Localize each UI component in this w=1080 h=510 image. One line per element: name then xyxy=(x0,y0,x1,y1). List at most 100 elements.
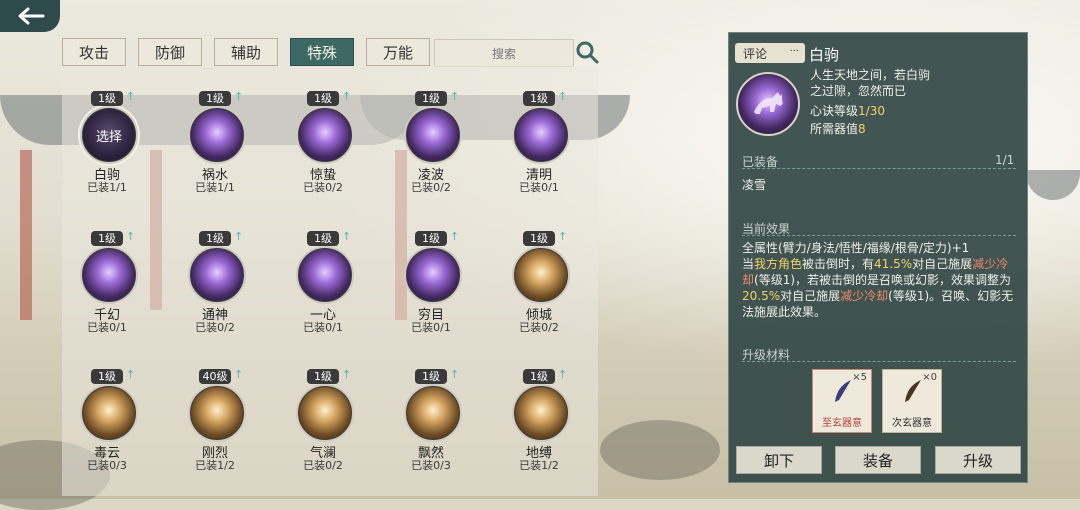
divider xyxy=(742,235,1016,236)
tab-0[interactable]: 攻击 xyxy=(62,38,126,66)
skill-level: 心诀等级1/30 xyxy=(810,102,885,119)
search-icon[interactable] xyxy=(574,38,600,66)
skill-item[interactable]: 40级 ↑ 刚烈 已装1/2 xyxy=(170,366,260,472)
skill-installed: 已装0/1 xyxy=(519,181,559,194)
cost-value: 8 xyxy=(858,122,866,136)
skill-icon xyxy=(188,106,246,164)
effect-line: 全属性(臂力/身法/悟性/福缘/根骨/定力)+1 xyxy=(742,241,970,255)
skill-item[interactable]: 1级 ↑ 惊蛰 已装0/2 xyxy=(278,88,368,194)
skill-item[interactable]: 1级 ↑ 穷目 已装0/1 xyxy=(386,228,476,334)
level-value: 1/30 xyxy=(858,104,885,118)
equipped-name: 凌雪 xyxy=(742,178,767,192)
material-item[interactable]: ×5 至玄器意 xyxy=(812,369,872,433)
skill-icon xyxy=(404,106,462,164)
skill-installed: 已装0/2 xyxy=(519,321,559,334)
skill-item[interactable]: 1级 ↑ 毒云 已装0/3 xyxy=(62,366,152,472)
skill-level-badge: 1级 xyxy=(199,231,231,246)
upgrade-arrow-icon: ↑ xyxy=(342,90,352,103)
skill-installed: 已装0/3 xyxy=(87,459,127,472)
unequip-button[interactable]: 卸下 xyxy=(736,446,822,474)
upgrade-arrow-icon: ↑ xyxy=(450,90,460,103)
comment-button[interactable]: 评论 ··· xyxy=(735,43,805,63)
skill-item[interactable]: 1级 ↑ 千幻 已装0/1 xyxy=(62,228,152,334)
skill-item[interactable]: 1级 ↑ 飘然 已装0/3 xyxy=(386,366,476,472)
search-input[interactable]: 搜索 xyxy=(434,39,574,67)
upgrade-arrow-icon: ↑ xyxy=(450,230,460,243)
tab-1[interactable]: 防御 xyxy=(138,38,202,66)
skill-installed: 已装0/1 xyxy=(303,321,343,334)
back-button[interactable] xyxy=(0,0,60,32)
skill-icon xyxy=(296,106,354,164)
skill-icon xyxy=(404,246,462,304)
upgrade-arrow-icon: ↑ xyxy=(558,368,568,381)
effect-line: 当我方角色被击倒时，有41.5%对自己施展减少冷却(等级1)，若被击倒的是召唤或… xyxy=(742,257,1014,319)
effect-text: 全属性(臂力/身法/悟性/福缘/根骨/定力)+1 当我方角色被击倒时，有41.5… xyxy=(742,240,1020,320)
skill-item[interactable]: 1级 ↑ 倾城 已装0/2 xyxy=(494,228,584,334)
skill-level-badge: 1级 xyxy=(415,231,447,246)
skill-installed: 已装0/1 xyxy=(87,321,127,334)
skill-level-badge: 1级 xyxy=(307,369,339,384)
equipped-count: 1/1 xyxy=(995,153,1015,167)
skill-level-badge: 1级 xyxy=(415,369,447,384)
cost-label: 所需器值 xyxy=(810,122,859,136)
upgrade-arrow-icon: ↑ xyxy=(450,368,460,381)
skill-title: 白驹 xyxy=(809,46,840,64)
back-arrow-icon xyxy=(18,7,45,25)
skill-icon xyxy=(512,106,570,164)
upgrade-arrow-icon: ↑ xyxy=(558,90,568,103)
skill-installed: 已装0/2 xyxy=(411,181,451,194)
skill-item[interactable]: 1级 ↑ 地缚 已装1/2 xyxy=(494,366,584,472)
upgrade-arrow-icon: ↑ xyxy=(234,368,244,381)
skill-item[interactable]: 1级 ↑ 一心 已装0/1 xyxy=(278,228,368,334)
skill-installed: 已装0/1 xyxy=(411,321,451,334)
equip-button[interactable]: 装备 xyxy=(835,446,921,474)
skill-installed: 已装0/2 xyxy=(303,181,343,194)
material-name: 次玄器意 xyxy=(892,418,932,429)
material-name: 至玄器意 xyxy=(822,418,862,429)
tab-3[interactable]: 特殊 xyxy=(290,38,354,66)
skill-icon xyxy=(512,384,570,442)
selection-ring xyxy=(78,104,140,166)
skill-item[interactable]: 1级 ↑ 祸水 已装1/1 xyxy=(170,88,260,194)
skill-level-badge: 1级 xyxy=(199,91,231,106)
divider xyxy=(742,361,1016,362)
skill-level-badge: 1级 xyxy=(523,91,555,106)
upgrade-button[interactable]: 升级 xyxy=(935,446,1021,474)
skill-installed: 已装0/2 xyxy=(195,321,235,334)
skill-icon xyxy=(80,246,138,304)
skill-level-badge: 1级 xyxy=(307,91,339,106)
skill-item[interactable]: 1级 ↑ 清明 已装0/1 xyxy=(494,88,584,194)
upgrade-arrow-icon: ↑ xyxy=(342,230,352,243)
skill-installed: 已装1/1 xyxy=(195,181,235,194)
skill-item[interactable]: 1级 ↑ 选择 白驹 已装1/1 xyxy=(62,88,152,194)
skill-level-badge: 1级 xyxy=(91,231,123,246)
skill-description: 人生天地之间，若白驹之过隙，忽然而已 xyxy=(810,68,931,98)
upgrade-arrow-icon: ↑ xyxy=(558,230,568,243)
material-count: ×0 xyxy=(922,372,937,383)
skill-item[interactable]: 1级 ↑ 通神 已装0/2 xyxy=(170,228,260,334)
tab-2[interactable]: 辅助 xyxy=(214,38,278,66)
material-item[interactable]: ×0 次玄器意 xyxy=(882,369,942,433)
comment-label: 评论 xyxy=(743,46,768,61)
background-rock xyxy=(600,420,720,480)
upgrade-arrow-icon: ↑ xyxy=(126,230,136,243)
upgrade-arrow-icon: ↑ xyxy=(342,368,352,381)
skill-icon xyxy=(404,384,462,442)
background-pavilion xyxy=(20,150,32,320)
skill-installed: 已装1/2 xyxy=(195,459,235,472)
skill-icon xyxy=(80,384,138,442)
tab-4[interactable]: 万能 xyxy=(366,38,430,66)
upgrade-arrow-icon: ↑ xyxy=(126,90,136,103)
skill-level-badge: 1级 xyxy=(523,231,555,246)
skill-level-badge: 1级 xyxy=(91,91,123,106)
skill-installed: 已装0/2 xyxy=(303,459,343,472)
skill-level-badge: 1级 xyxy=(307,231,339,246)
skill-item[interactable]: 1级 ↑ 凌波 已装0/2 xyxy=(386,88,476,194)
skill-installed: 已装0/3 xyxy=(411,459,451,472)
divider xyxy=(742,168,1016,169)
skill-installed: 已装1/2 xyxy=(519,459,559,472)
skill-installed: 已装1/1 xyxy=(87,181,127,194)
skill-icon xyxy=(296,246,354,304)
skill-item[interactable]: 1级 ↑ 气澜 已装0/2 xyxy=(278,366,368,472)
category-tabs: 攻击 防御 辅助 特殊 万能 xyxy=(62,38,430,66)
